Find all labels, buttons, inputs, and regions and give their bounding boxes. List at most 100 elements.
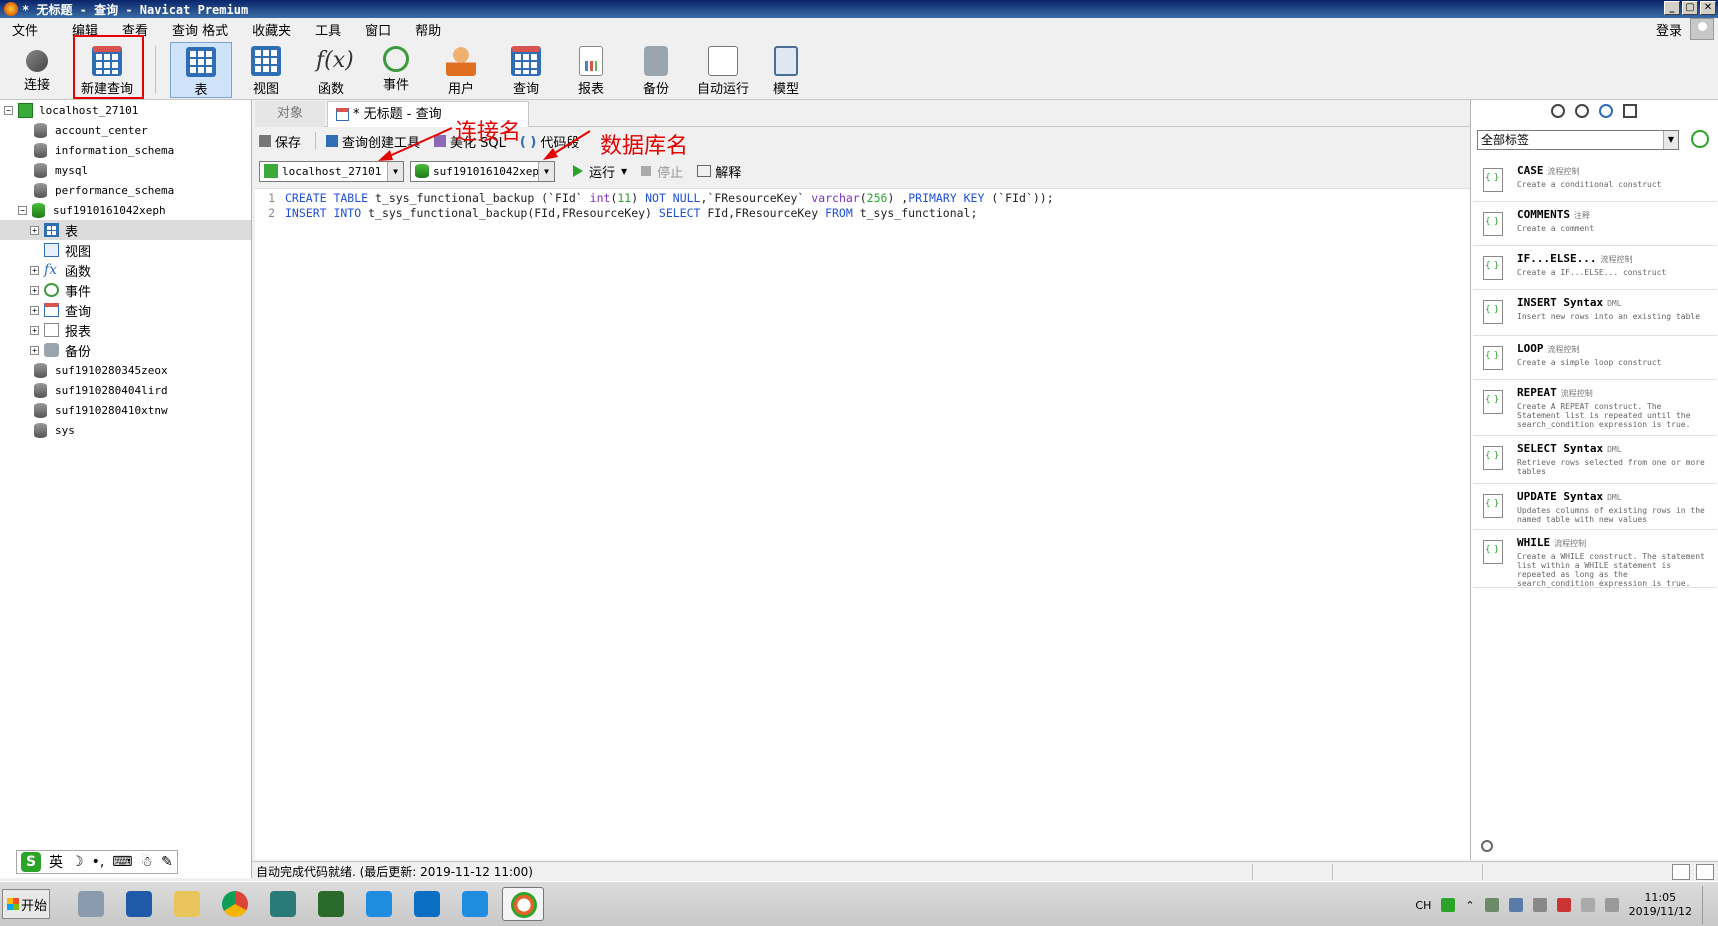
automation-button[interactable]: 自动运行 — [690, 42, 756, 98]
taskbar-terminal[interactable] — [310, 887, 352, 921]
sogou-logo-icon[interactable]: S — [21, 852, 41, 872]
expand-icon[interactable]: + — [30, 345, 39, 355]
chevron-down-icon[interactable]: ▼ — [1663, 131, 1678, 149]
eye-icon[interactable] — [1575, 104, 1589, 118]
tag-filter-select[interactable]: 全部标签 ▼ — [1477, 130, 1679, 150]
database-select[interactable]: suf1910161042xeph ▼ — [410, 160, 555, 182]
tab-objects[interactable]: 对象 — [255, 101, 325, 127]
search-icon[interactable] — [1481, 840, 1493, 852]
layout-toggle-button[interactable] — [1696, 864, 1714, 880]
volume-muted-icon[interactable] — [1556, 898, 1571, 912]
sql-editor[interactable]: 1 CREATE TABLE t_sys_functional_backup (… — [255, 188, 1480, 860]
menu-format[interactable]: 格式 — [200, 20, 240, 39]
flag-icon[interactable] — [1580, 898, 1595, 912]
minimize-button[interactable]: _ — [1664, 1, 1680, 15]
keyboard-icon[interactable]: ⌨ — [112, 854, 132, 870]
chevron-up-icon[interactable]: ⌃ — [1465, 899, 1474, 912]
event-button[interactable]: 事件 — [365, 42, 427, 98]
tree-object-views[interactable]: 视图 — [44, 240, 91, 260]
tree-db-zeox[interactable]: suf1910280345zeox — [34, 360, 168, 380]
tree-object-backups[interactable]: + 备份 — [30, 340, 91, 360]
language-indicator[interactable]: CH — [1415, 899, 1431, 912]
start-button[interactable]: 开始 — [2, 889, 50, 919]
menu-query[interactable]: 查询 — [160, 20, 200, 39]
menu-tools[interactable]: 工具 — [303, 20, 353, 39]
clock[interactable]: 11:05 2019/11/12 — [1629, 891, 1692, 919]
tree-db-account-center[interactable]: account_center — [34, 120, 148, 140]
tree-db-mysql[interactable]: mysql — [34, 160, 88, 180]
snippet-select[interactable]: SELECT SyntaxDML Retrieve rows selected … — [1473, 436, 1717, 484]
snippet-loop[interactable]: LOOP流程控制 Create a simple loop construct — [1473, 336, 1717, 380]
grid-icon[interactable] — [1623, 104, 1637, 118]
expand-icon[interactable]: + — [30, 225, 39, 235]
snippet-case[interactable]: CASE流程控制 Create a conditional construct — [1473, 158, 1717, 202]
save-button[interactable]: 保存 — [259, 132, 301, 151]
taskbar-app-k[interactable] — [262, 887, 304, 921]
tree-object-queries[interactable]: + 查询 — [30, 300, 91, 320]
taskbar-powershell[interactable] — [118, 887, 160, 921]
snippet-update[interactable]: UPDATE SyntaxDML Updates columns of exis… — [1473, 484, 1717, 530]
close-button[interactable]: ✕ — [1700, 1, 1716, 15]
expand-icon[interactable]: + — [30, 285, 39, 295]
tree-connection[interactable]: − localhost_27101 — [4, 100, 138, 120]
braces-icon[interactable] — [1599, 104, 1613, 118]
display-icon[interactable] — [1604, 898, 1619, 912]
network-icon[interactable] — [1508, 898, 1523, 912]
tree-object-reports[interactable]: + 报表 — [30, 320, 91, 340]
model-button[interactable]: 模型 — [755, 42, 817, 98]
chevron-down-icon[interactable]: ▼ — [387, 161, 403, 181]
punctuation-icon[interactable]: •, — [92, 854, 105, 870]
snippet-while[interactable]: WHILE流程控制 Create a WHILE construct. The … — [1473, 530, 1717, 588]
expand-icon[interactable]: + — [30, 325, 39, 335]
tree-object-events[interactable]: + 事件 — [30, 280, 91, 300]
chevron-down-icon[interactable]: ▼ — [538, 161, 554, 181]
taskbar-explorer[interactable] — [166, 887, 208, 921]
collapse-icon[interactable]: − — [18, 205, 27, 215]
tray-app-icon[interactable] — [1532, 898, 1547, 912]
moon-icon[interactable]: ☽ — [71, 854, 84, 870]
tree-db-performance-schema[interactable]: performance_schema — [34, 180, 174, 200]
snippet-insert[interactable]: INSERT SyntaxDML Insert new rows into an… — [1473, 290, 1717, 336]
taskbar-app-blue-2[interactable] — [454, 887, 496, 921]
snippet-repeat[interactable]: REPEAT流程控制 Create A REPEAT construct. Th… — [1473, 380, 1717, 436]
snippet-comments[interactable]: COMMENTS注释 Create a comment — [1473, 202, 1717, 246]
function-button[interactable]: f(x) 函数 — [300, 42, 362, 98]
refresh-icon[interactable] — [1691, 130, 1709, 148]
maximize-button[interactable]: ▢ — [1682, 1, 1698, 15]
collapse-icon[interactable]: − — [4, 105, 13, 115]
skin-icon[interactable]: ☃ — [141, 854, 154, 870]
query-builder-button[interactable]: 查询创建工具 — [326, 132, 420, 151]
taskbar-server-manager[interactable] — [70, 887, 112, 921]
table-button[interactable]: 表 — [170, 42, 232, 98]
taskbar-app-blue[interactable] — [358, 887, 400, 921]
avatar[interactable] — [1690, 18, 1714, 40]
layout-toggle-button[interactable] — [1672, 864, 1690, 880]
sogou-tray-icon[interactable] — [1441, 898, 1456, 912]
taskbar-chrome[interactable] — [214, 887, 256, 921]
report-button[interactable]: 报表 — [560, 42, 622, 98]
menu-window[interactable]: 窗口 — [353, 20, 403, 39]
info-icon[interactable] — [1551, 104, 1565, 118]
explain-button[interactable]: 解释 — [697, 162, 741, 181]
view-button[interactable]: 视图 — [235, 42, 297, 98]
tree-db-open[interactable]: − suf1910161042xeph — [18, 200, 166, 220]
menu-help[interactable]: 帮助 — [403, 20, 453, 39]
tree-db-sys[interactable]: sys — [34, 420, 75, 440]
tree-db-information-schema[interactable]: information_schema — [34, 140, 174, 160]
tray-app-icon[interactable] — [1484, 898, 1499, 912]
expand-icon[interactable]: + — [30, 265, 39, 275]
chevron-down-icon[interactable]: ▼ — [621, 167, 627, 176]
run-button[interactable]: 运行 ▼ — [573, 162, 627, 181]
tree-object-functions[interactable]: + fx 函数 — [30, 260, 91, 280]
tree-db-xtnw[interactable]: suf1910280410xtnw — [34, 400, 168, 420]
connect-button[interactable]: 连接 — [6, 42, 68, 98]
user-button[interactable]: 用户 — [430, 42, 492, 98]
query-button[interactable]: 查询 — [495, 42, 557, 98]
connection-select[interactable]: localhost_27101 ▼ — [259, 160, 404, 182]
show-desktop-button[interactable] — [1702, 886, 1712, 924]
menu-file[interactable]: 文件 — [0, 20, 50, 39]
expand-icon[interactable]: + — [30, 305, 39, 315]
taskbar-vscode[interactable] — [406, 887, 448, 921]
backup-button[interactable]: 备份 — [625, 42, 687, 98]
login-link[interactable]: 登录 — [1656, 20, 1682, 39]
